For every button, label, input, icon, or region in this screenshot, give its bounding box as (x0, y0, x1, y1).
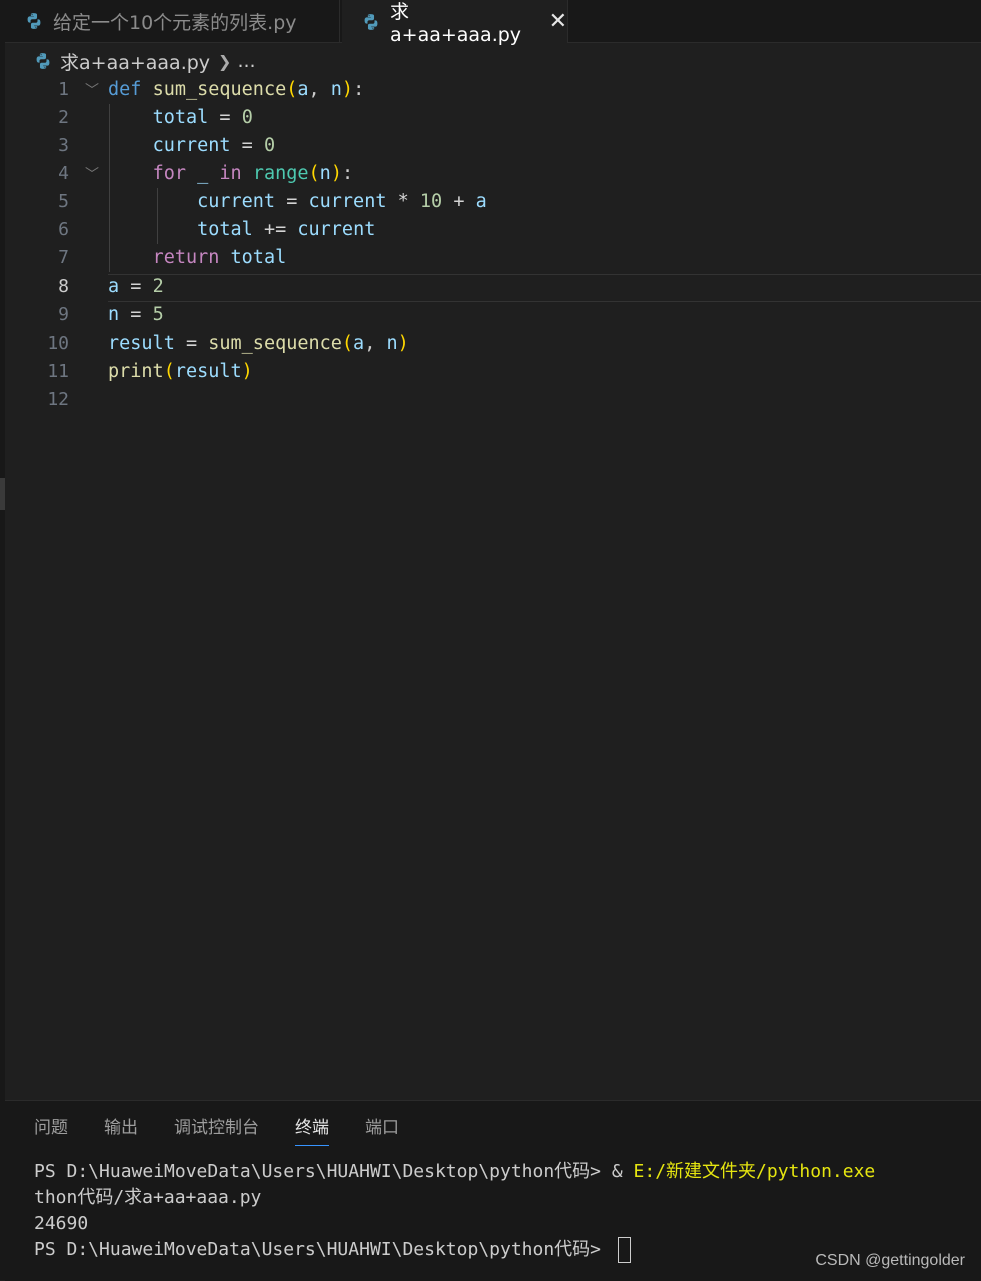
code-text: return total (152, 247, 287, 268)
line-number: 1 (58, 79, 69, 100)
code-text: total += current (197, 219, 376, 240)
terminal-prompt: PS D:\HuaweiMoveData\Users\HUAHWI\Deskto… (34, 1239, 612, 1260)
watermark: CSDN @gettingolder (815, 1252, 965, 1269)
code-line: 9 n = 5 (5, 301, 981, 329)
line-number: 5 (58, 191, 69, 212)
python-file-icon (27, 13, 41, 29)
terminal-command: E:/新建文件夹/python.exe (633, 1161, 876, 1182)
python-file-icon (364, 13, 378, 30)
breadcrumb: 求a+aa+aaa.py ❯ ... (34, 46, 256, 76)
line-number: 4 (58, 163, 69, 184)
tab-problems[interactable]: 问题 (34, 1115, 68, 1145)
tab-label: 求a+aa+aaa.py (390, 1, 522, 46)
breadcrumb-file[interactable]: 求a+aa+aaa.py (60, 48, 210, 75)
code-line: 1 ﹀ def sum_sequence(a, n): (5, 76, 981, 104)
code-text: total = 0 (152, 107, 253, 128)
line-number: 6 (58, 219, 69, 240)
line-number: 11 (47, 361, 69, 382)
tab-ports[interactable]: 端口 (365, 1115, 399, 1145)
tab-debug-console[interactable]: 调试控制台 (174, 1115, 259, 1145)
line-number: 2 (58, 107, 69, 128)
tab-terminal[interactable]: 终端 (295, 1115, 329, 1146)
line-number: 9 (58, 304, 69, 325)
code-text: for _ in range(n): (152, 163, 354, 184)
chevron-right-icon: ❯ (218, 51, 232, 71)
code-text: a = 2 (108, 276, 164, 297)
line-number: 10 (47, 333, 69, 354)
code-line-current: 8 a = 2 (5, 273, 981, 301)
code-line: 7 return total (5, 244, 981, 272)
code-text: def sum_sequence(a, n): (108, 79, 365, 100)
line-number: 12 (47, 389, 69, 410)
code-line: 3 current = 0 (5, 132, 981, 160)
code-line: 6 total += current (5, 216, 981, 244)
terminal-output: 24690 (34, 1213, 89, 1234)
code-line: 11 print(result) (5, 358, 981, 386)
code-text: print(result) (108, 361, 253, 382)
fold-chevron-icon[interactable]: ﹀ (85, 80, 99, 99)
tab-list-file[interactable]: 给定一个10个元素的列表.py (5, 0, 340, 42)
code-text: current = 0 (152, 135, 276, 156)
code-editor[interactable]: 1 ﹀ def sum_sequence(a, n): 2 total = 0 … (5, 76, 981, 1098)
close-icon[interactable]: ✕ (549, 9, 567, 34)
breadcrumb-more[interactable]: ... (237, 50, 255, 72)
editor-tab-bar: 给定一个10个元素的列表.py 求a+aa+aaa.py ✕ (5, 0, 981, 46)
python-file-icon (36, 53, 50, 69)
line-number: 7 (58, 247, 69, 268)
code-text: n = 5 (108, 304, 164, 325)
code-text: result = sum_sequence(a, n) (108, 333, 409, 354)
line-number: 8 (58, 276, 69, 297)
terminal-line: PS D:\HuaweiMoveData\Users\HUAHWI\Deskto… (34, 1159, 981, 1185)
tab-label: 给定一个10个元素的列表.py (53, 11, 297, 34)
code-text: current = current * 10 + a (197, 191, 487, 212)
terminal-line: thon代码/求a+aa+aaa.py (34, 1187, 262, 1208)
panel-tabs: 问题 输出 调试控制台 终端 端口 (34, 1115, 435, 1146)
code-line: 12 (5, 386, 981, 414)
code-line: 10 result = sum_sequence(a, n) (5, 330, 981, 358)
tab-output[interactable]: 输出 (104, 1115, 138, 1145)
terminal-cursor (617, 1237, 631, 1263)
terminal[interactable]: PS D:\HuaweiMoveData\Users\HUAHWI\Deskto… (34, 1159, 981, 1263)
fold-chevron-icon[interactable]: ﹀ (85, 164, 99, 183)
line-number: 3 (58, 135, 69, 156)
code-line: 4 ﹀ for _ in range(n): (5, 160, 981, 188)
code-line: 2 total = 0 (5, 104, 981, 132)
code-line: 5 current = current * 10 + a (5, 188, 981, 216)
terminal-prompt: PS D:\HuaweiMoveData\Users\HUAHWI\Deskto… (34, 1161, 634, 1182)
tab-active-file[interactable]: 求a+aa+aaa.py ✕ (342, 0, 568, 46)
